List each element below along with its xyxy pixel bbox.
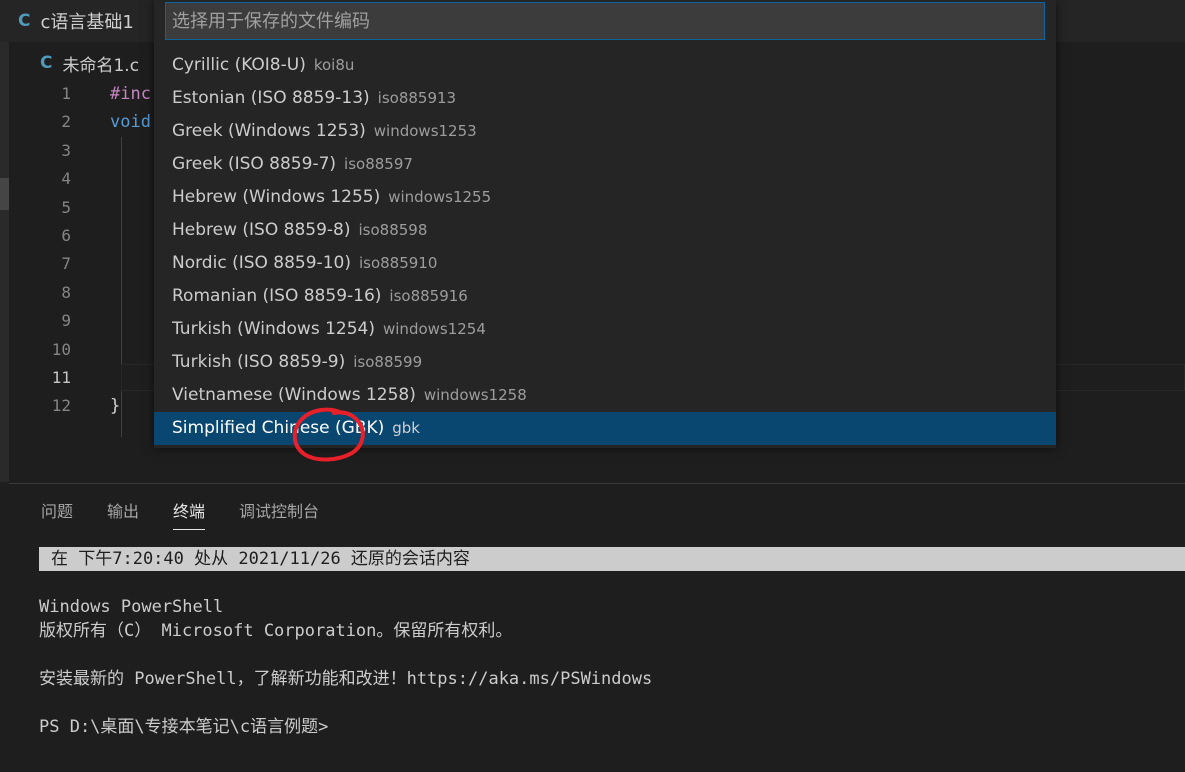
encoding-option-label: Cyrillic (KOI8-U) <box>172 55 306 75</box>
encoding-option-id: iso885913 <box>377 89 457 107</box>
encoding-option-label: Greek (Windows 1253) <box>172 121 366 141</box>
panel-tab[interactable]: 输出 <box>107 498 139 530</box>
line-number: 8 <box>61 282 71 302</box>
code-line-1: #inc <box>110 84 151 104</box>
encoding-option-id: gbk <box>392 419 420 437</box>
line-number-gutter: 1 2 3 4 5 6 7 8 9 10 11 12 <box>9 80 79 421</box>
encoding-option-label: Hebrew (Windows 1255) <box>172 187 381 207</box>
encoding-option-id: windows1255 <box>388 188 492 206</box>
encoding-search-input[interactable] <box>165 2 1045 40</box>
encoding-option-label: Romanian (ISO 8859-16) <box>172 286 382 306</box>
line-number: 11 <box>51 367 71 387</box>
encoding-option-id: iso88599 <box>353 353 423 371</box>
activity-bar-scroll-mark <box>0 178 9 210</box>
line-number: 12 <box>51 396 71 416</box>
terminal-line-1: Windows PowerShell <box>39 597 224 617</box>
encoding-option[interactable]: Turkish (Windows 1254) windows1254 <box>154 313 1056 346</box>
terminal-prompt[interactable]: PS D:\桌面\专接本笔记\c语言例题> <box>39 715 1185 739</box>
encoding-option-id: iso885916 <box>389 287 468 305</box>
encoding-option-id: iso885910 <box>358 254 438 272</box>
encoding-option[interactable]: Romanian (ISO 8859-16) iso885916 <box>154 280 1056 313</box>
tab-label: c语言基础1 <box>40 12 134 33</box>
encoding-option[interactable]: Nordic (ISO 8859-10) iso885910 <box>154 247 1056 280</box>
panel-tab[interactable]: 问题 <box>41 498 73 530</box>
encoding-option-label: Vietnamese (Windows 1258) <box>172 385 416 405</box>
encoding-option-label: Nordic (ISO 8859-10) <box>172 253 351 273</box>
vscode-window: C c语言基础1 C 未命名1.c 1 2 3 4 5 6 7 8 9 10 11 12 #inc v… <box>0 0 1185 772</box>
c-language-icon: C <box>18 11 31 31</box>
encoding-option[interactable]: Greek (Windows 1253) windows1253 <box>154 115 1056 148</box>
encoding-option-label: Estonian (ISO 8859-13) <box>172 88 370 108</box>
encoding-option-label: Simplified Chinese (GBK) <box>172 418 385 438</box>
line-number: 5 <box>61 197 71 217</box>
terminal-line-3: 安装最新的 PowerShell，了解新功能和改进！https://aka.ms… <box>39 669 653 689</box>
encoding-option[interactable]: Simplified Chinese (GBK) gbk <box>154 412 1056 445</box>
encoding-option-id: koi8u <box>313 56 355 74</box>
code-line-2: void <box>110 112 151 133</box>
encoding-option-id: iso88597 <box>344 155 413 173</box>
terminal-line-2: 版权所有（C） Microsoft Corporation。保留所有权利。 <box>39 621 513 641</box>
encoding-quick-pick: Cyrillic (KOI8-U) koi8u Estonian (ISO 8859… <box>154 0 1056 448</box>
encoding-list: Cyrillic (KOI8-U) koi8u Estonian (ISO 8859… <box>154 49 1056 445</box>
encoding-option-label: Greek (ISO 8859-7) <box>172 154 337 174</box>
encoding-option-label: Turkish (Windows 1254) <box>172 319 375 339</box>
encoding-option[interactable]: Estonian (ISO 8859-13) iso885913 <box>154 82 1056 115</box>
encoding-option[interactable]: Hebrew (ISO 8859-8) iso88598 <box>154 214 1056 247</box>
panel-tabs: 问题 输出 终端 调试控制台 <box>41 498 319 530</box>
breadcrumb[interactable]: C 未命名1.c <box>40 50 139 76</box>
encoding-option-id: windows1253 <box>373 122 477 140</box>
encoding-option-label: Turkish (ISO 8859-9) <box>172 352 346 372</box>
terminal[interactable]: 在 下午7:20:40 处从 2021/11/26 还原的会话内容 Window… <box>39 547 1185 739</box>
terminal-restore-banner: 在 下午7:20:40 处从 2021/11/26 还原的会话内容 <box>39 547 1185 571</box>
breadcrumb-file[interactable]: 未命名1.c <box>62 51 139 76</box>
encoding-option[interactable]: Vietnamese (Windows 1258) windows1258 <box>154 379 1056 412</box>
line-number: 7 <box>61 254 71 274</box>
line-number: 3 <box>61 140 71 160</box>
activity-bar-edge <box>0 42 9 482</box>
encoding-option[interactable]: Turkish (ISO 8859-9) iso88599 <box>154 346 1056 379</box>
code-content[interactable]: #inc void } <box>110 80 151 421</box>
encoding-option[interactable]: Greek (ISO 8859-7) iso88597 <box>154 148 1056 181</box>
panel-tab[interactable]: 调试控制台 <box>239 498 319 530</box>
encoding-option-id: windows1254 <box>383 320 486 338</box>
panel-tab[interactable]: 终端 <box>173 498 206 530</box>
line-number: 10 <box>51 339 71 359</box>
tab-c-file[interactable]: C c语言基础1 <box>18 0 134 42</box>
encoding-option[interactable]: Hebrew (Windows 1255) windows1255 <box>154 181 1056 214</box>
c-file-icon: C <box>40 53 53 73</box>
line-number: 2 <box>61 112 71 132</box>
encoding-option-label: Hebrew (ISO 8859-8) <box>172 220 351 240</box>
line-number: 9 <box>61 311 71 331</box>
encoding-option[interactable]: Cyrillic (KOI8-U) koi8u <box>154 49 1056 82</box>
bottom-panel: 问题 输出 终端 调试控制台 在 下午7:20:40 处从 2021/11/26 还原… <box>9 483 1185 772</box>
line-number: 4 <box>61 169 71 189</box>
encoding-option-id: iso88598 <box>358 221 428 239</box>
line-number: 1 <box>61 84 71 103</box>
encoding-option-id: windows1258 <box>423 386 527 404</box>
code-line-12: } <box>110 396 121 417</box>
line-number: 6 <box>61 225 71 245</box>
